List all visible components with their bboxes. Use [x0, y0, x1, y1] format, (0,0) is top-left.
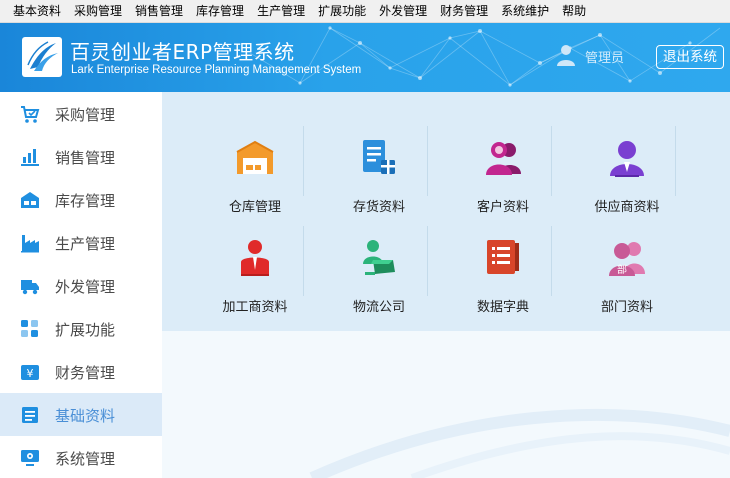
logout-button[interactable]: 退出系统 — [656, 45, 724, 69]
tile-label: 仓库管理 — [228, 200, 281, 215]
logistics-icon — [363, 240, 395, 275]
lark-logo-icon — [27, 41, 58, 71]
menu-purchase[interactable]: 采购管理 — [74, 0, 122, 23]
menu-bar: 基本资料 采购管理 销售管理 库存管理 生产管理 扩展功能 外发管理 财务管理 … — [0, 0, 730, 23]
tile-label: 供应商资料 — [594, 200, 660, 215]
warehouse-icon — [21, 192, 39, 208]
sidebar-item-label: 销售管理 — [55, 149, 116, 167]
tile-label: 存货资料 — [352, 200, 405, 215]
sidebar-item-purchase[interactable]: 采购管理 — [0, 92, 162, 135]
sidebar-item-extensions[interactable]: 扩展功能 — [0, 307, 162, 350]
menu-extensions[interactable]: 扩展功能 — [318, 0, 366, 23]
menu-sales[interactable]: 销售管理 — [135, 0, 183, 23]
menu-help[interactable]: 帮助 — [562, 0, 586, 23]
yuan-icon: ¥ — [21, 365, 39, 380]
tile-customers[interactable]: 客户资料 — [441, 132, 565, 220]
main-content: 仓库管理 存货资料 客户资料 供应商资料 加工商资料 物流公司 数据字典 部 部… — [162, 92, 730, 478]
tile-processor[interactable]: 加工商资料 — [193, 232, 317, 320]
svg-text:¥: ¥ — [27, 367, 34, 380]
menu-system-maintenance[interactable]: 系统维护 — [501, 0, 549, 23]
sidebar-item-label: 扩展功能 — [55, 321, 116, 339]
tile-supplier[interactable]: 供应商资料 — [565, 132, 689, 220]
tile-department[interactable]: 部 部门资料 — [565, 232, 689, 320]
menu-inventory[interactable]: 库存管理 — [196, 0, 244, 23]
app-header: 百灵创业者ERP管理系统 Lark Enterprise Resource Pl… — [0, 23, 730, 92]
factory-icon — [21, 235, 39, 253]
sidebar-item-basic-data[interactable]: 基础资料 — [0, 393, 162, 436]
sidebar-item-label: 采购管理 — [55, 106, 116, 124]
customers-icon — [486, 142, 521, 175]
app-subtitle: Lark Enterprise Resource Planning Manage… — [71, 64, 362, 76]
truck-icon — [21, 280, 39, 295]
department-badge: 部 — [617, 263, 627, 276]
cart-icon — [21, 106, 40, 123]
logo — [22, 37, 62, 77]
tile-label: 客户资料 — [476, 200, 529, 215]
supplier-icon — [610, 141, 644, 177]
tile-warehouse[interactable]: 仓库管理 — [193, 132, 317, 220]
inventory-icon — [363, 140, 395, 174]
sidebar-item-production[interactable]: 生产管理 — [0, 221, 162, 264]
username: 管理员 — [585, 51, 625, 66]
menu-outsourcing[interactable]: 外发管理 — [379, 0, 427, 23]
tile-data-dictionary[interactable]: 数据字典 — [441, 232, 565, 320]
monitor-gear-icon — [21, 450, 39, 466]
tile-inventory[interactable]: 存货资料 — [317, 132, 441, 220]
tile-label: 加工商资料 — [222, 300, 288, 315]
tile-label: 物流公司 — [352, 300, 405, 315]
sidebar-item-label: 系统管理 — [55, 450, 116, 468]
sidebar-item-label: 库存管理 — [55, 192, 116, 210]
bar-chart-icon — [21, 149, 39, 166]
app-title: 百灵创业者ERP管理系统 — [70, 40, 295, 64]
grid-icon — [21, 320, 38, 337]
warehouse-icon — [236, 140, 274, 174]
sidebar-item-outsourcing[interactable]: 外发管理 — [0, 264, 162, 307]
user-icon — [557, 45, 575, 66]
sidebar-item-label: 基础资料 — [55, 407, 116, 425]
background-wave — [309, 408, 730, 478]
tile-label: 数据字典 — [476, 300, 529, 315]
tile-panel: 仓库管理 存货资料 客户资料 供应商资料 加工商资料 物流公司 数据字典 部 部… — [162, 92, 730, 331]
sidebar-item-label: 生产管理 — [55, 235, 116, 253]
document-icon — [22, 407, 38, 423]
sidebar-item-inventory[interactable]: 库存管理 — [0, 178, 162, 221]
sidebar-item-sales[interactable]: 销售管理 — [0, 135, 162, 178]
tile-label: 部门资料 — [600, 300, 653, 315]
sidebar-item-label: 财务管理 — [55, 364, 116, 382]
processor-icon — [241, 240, 269, 276]
department-icon: 部 — [609, 242, 645, 276]
tile-logistics[interactable]: 物流公司 — [317, 232, 441, 320]
menu-production[interactable]: 生产管理 — [257, 0, 305, 23]
sidebar: 采购管理 销售管理 库存管理 生产管理 外发管理 扩展功能 ¥ 财务管理 基础资… — [0, 92, 162, 478]
book-icon — [487, 240, 519, 274]
sidebar-item-finance[interactable]: ¥ 财务管理 — [0, 350, 162, 393]
sidebar-item-label: 外发管理 — [55, 278, 116, 296]
sidebar-item-system[interactable]: 系统管理 — [0, 436, 162, 478]
menu-finance[interactable]: 财务管理 — [440, 0, 488, 23]
menu-basic-data[interactable]: 基本资料 — [13, 0, 61, 23]
